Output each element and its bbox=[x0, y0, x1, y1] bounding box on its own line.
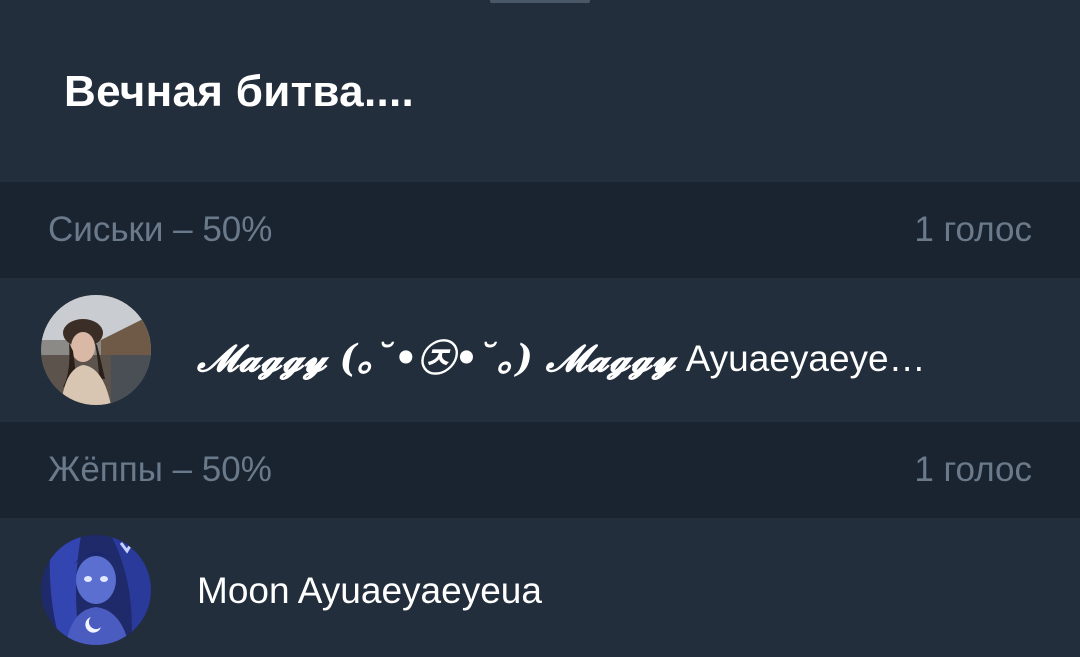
user-photo-avatar[interactable] bbox=[41, 295, 151, 405]
voter-name-text: Moon Ayuaeyaeyeua bbox=[197, 570, 542, 611]
voter-name-decorated: 𝓜𝓪𝓰𝓰𝔂 (｡˘•㉨•˘｡) 𝓜𝓪𝓰𝓰𝔂 bbox=[197, 336, 676, 380]
option-label: Сиськи – 50% bbox=[48, 210, 273, 249]
avatar-image bbox=[41, 535, 151, 645]
option-label: Жёппы – 50% bbox=[48, 450, 272, 489]
option-header: Сиськи – 50% 1 голос bbox=[0, 182, 1080, 278]
poll-title: Вечная битва.... bbox=[64, 67, 415, 116]
voter-row[interactable]: Moon Ayuaeyaeyeua bbox=[0, 518, 1080, 657]
voter-name-text: Ayuaeyaeye… bbox=[675, 338, 926, 379]
option-header: Жёппы – 50% 1 голос bbox=[0, 422, 1080, 518]
avatar-image bbox=[41, 295, 151, 405]
option-vote-count: 1 голос bbox=[914, 210, 1032, 249]
drag-handle[interactable] bbox=[490, 0, 590, 3]
poll-results-screen: Вечная битва.... Сиськи – 50% 1 голос 𝓜𝓪… bbox=[0, 0, 1080, 657]
voter-row[interactable]: 𝓜𝓪𝓰𝓰𝔂 (｡˘•㉨•˘｡) 𝓜𝓪𝓰𝓰𝔂 Ayuaeyaeye… bbox=[0, 278, 1080, 422]
voter-name[interactable]: Moon Ayuaeyaeyeua bbox=[197, 568, 542, 612]
anime-character-avatar[interactable] bbox=[41, 535, 151, 645]
voter-name[interactable]: 𝓜𝓪𝓰𝓰𝔂 (｡˘•㉨•˘｡) 𝓜𝓪𝓰𝓰𝔂 Ayuaeyaeye… bbox=[197, 328, 926, 382]
option-vote-count: 1 голос bbox=[914, 450, 1032, 489]
